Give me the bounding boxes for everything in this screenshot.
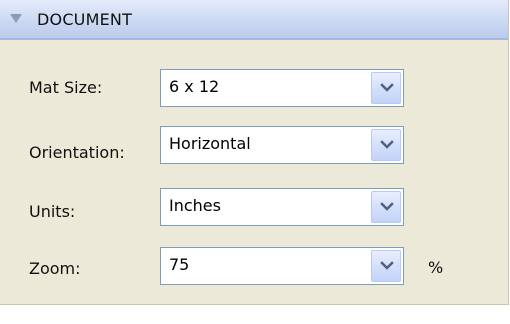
mat-size-dropdown-button[interactable]	[371, 72, 401, 104]
document-panel: DOCUMENT Mat Size: 6 x 12 Orientation: H…	[0, 0, 509, 305]
mat-size-value: 6 x 12	[169, 77, 220, 96]
orientation-dropdown-button[interactable]	[371, 129, 401, 161]
panel-header-document[interactable]: DOCUMENT	[0, 0, 508, 40]
mat-size-dropdown[interactable]: 6 x 12	[160, 69, 404, 107]
mat-size-label: Mat Size:	[29, 78, 103, 97]
zoom-unit-label: %	[428, 258, 444, 277]
orientation-label: Orientation:	[29, 143, 125, 162]
chevron-down-icon	[380, 83, 394, 92]
units-dropdown-button[interactable]	[371, 191, 401, 223]
orientation-value: Horizontal	[169, 134, 251, 153]
units-dropdown[interactable]: Inches	[160, 188, 404, 226]
zoom-dropdown[interactable]: 75	[160, 247, 404, 285]
zoom-value: 75	[169, 255, 190, 274]
chevron-down-icon	[380, 202, 394, 211]
zoom-label: Zoom:	[29, 259, 81, 278]
units-label: Units:	[29, 202, 76, 221]
triangle-down-icon[interactable]	[9, 10, 23, 23]
zoom-dropdown-button[interactable]	[371, 250, 401, 282]
orientation-dropdown[interactable]: Horizontal	[160, 126, 404, 164]
panel-title: DOCUMENT	[37, 10, 133, 29]
chevron-down-icon	[380, 261, 394, 270]
chevron-down-icon	[380, 140, 394, 149]
units-value: Inches	[169, 196, 221, 215]
